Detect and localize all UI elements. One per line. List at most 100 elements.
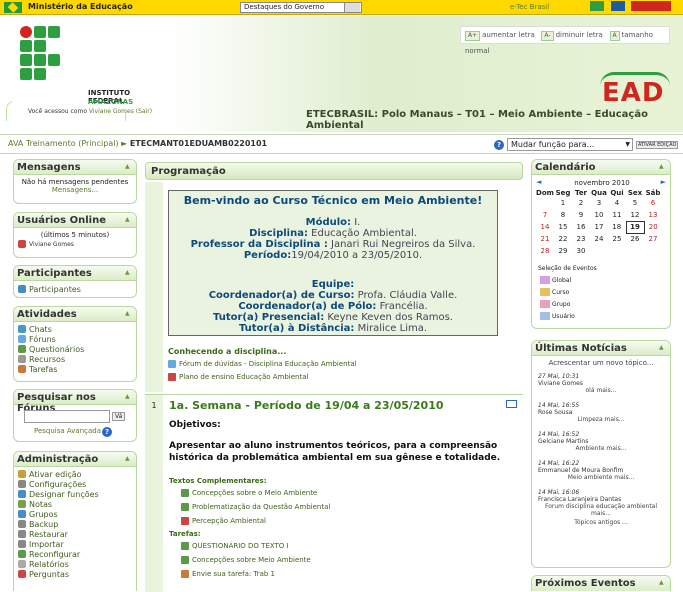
toggle-icon[interactable]: ▲ — [659, 163, 666, 170]
admin-edit[interactable]: Ativar edição — [29, 470, 82, 479]
calendar-day[interactable]: 27 — [644, 233, 662, 245]
toggle-icon[interactable]: ▲ — [659, 579, 666, 586]
ministry-link[interactable]: Ministério da Educação — [28, 2, 133, 11]
activity-chats[interactable]: Chats — [29, 325, 52, 334]
calendar-today[interactable]: 19 — [625, 220, 645, 234]
etec-link[interactable]: e-Tec Brasil — [510, 3, 549, 11]
calendar-day[interactable]: 18 — [608, 221, 626, 233]
toggle-icon[interactable]: ▲ — [125, 269, 132, 276]
calendar-day[interactable]: 4 — [608, 197, 626, 209]
event-group[interactable]: Grupo — [552, 301, 570, 308]
calendar-day[interactable]: 1 — [554, 197, 572, 209]
toggle-icon[interactable]: ▲ — [125, 310, 132, 317]
text-link-1[interactable]: Concepções sobre o Meio Ambiente — [192, 489, 317, 497]
calendar-day[interactable]: 2 — [572, 197, 590, 209]
toggle-icon[interactable]: ▲ — [125, 163, 132, 170]
calendar-day[interactable]: 12 — [626, 209, 644, 221]
admin-reports[interactable]: Relatórios — [29, 560, 69, 569]
task-link-1[interactable]: QUESTIONÁRIO DO TEXTO I — [192, 542, 289, 550]
font-normal-icon[interactable]: A — [609, 31, 620, 41]
calendar-day[interactable]: 20 — [644, 221, 662, 233]
admin-reset[interactable]: Reconfigurar — [29, 550, 80, 559]
calendar-day[interactable]: 7 — [536, 209, 554, 221]
activity-quizzes[interactable]: Questionários — [29, 345, 84, 354]
font-larger-icon[interactable]: A+ — [465, 31, 481, 41]
calendar-day[interactable]: 11 — [608, 209, 626, 221]
admin-import[interactable]: Importar — [29, 540, 64, 549]
forum-search-go-button[interactable]: Vá — [112, 412, 126, 421]
calendar-day[interactable]: 15 — [554, 221, 572, 233]
participants-link[interactable]: Participantes — [29, 285, 81, 294]
add-topic-link[interactable]: Acrescentar um novo tópico... — [538, 359, 664, 367]
help-icon[interactable]: ? — [494, 140, 504, 150]
news-more-link[interactable]: Ambiente mais... — [538, 445, 664, 452]
online-user[interactable]: Viviane Gomes — [29, 241, 74, 248]
calendar-day[interactable]: 16 — [572, 221, 590, 233]
calendar-day[interactable]: 24 — [590, 233, 608, 245]
admin-settings[interactable]: Configurações — [29, 480, 86, 489]
task-link-2[interactable]: Concepções sobre Meio Ambiente — [192, 556, 311, 564]
next-month-icon[interactable]: ► — [661, 178, 666, 186]
activity-assignments[interactable]: Tarefas — [29, 365, 57, 374]
calendar-day[interactable] — [536, 197, 554, 209]
toggle-icon[interactable]: ▲ — [125, 216, 132, 223]
calendar-day[interactable]: 9 — [572, 209, 590, 221]
news-more-link[interactable]: Limpeza mais... — [538, 416, 664, 423]
highlight-icon[interactable] — [506, 400, 517, 408]
calendar-day[interactable]: 17 — [590, 221, 608, 233]
toggle-icon[interactable]: ▲ — [659, 344, 666, 351]
text-link-2[interactable]: Problematização da Questão Ambiental — [192, 503, 330, 511]
font-larger-link[interactable]: aumentar letra — [482, 31, 535, 39]
news-more-link[interactable]: Forum disciplina educação ambiental mais… — [538, 503, 664, 517]
font-smaller-link[interactable]: diminuir letra — [556, 31, 603, 39]
older-topics-link[interactable]: Tópicos antigos ... — [538, 519, 664, 526]
font-smaller-icon[interactable]: A- — [541, 31, 554, 41]
news-more-link[interactable]: olá mais... — [538, 387, 664, 394]
calendar-day[interactable]: 25 — [608, 233, 626, 245]
admin-groups[interactable]: Grupos — [29, 510, 58, 519]
activity-resources[interactable]: Recursos — [29, 355, 65, 364]
user-link[interactable]: Viviane Gomes (Sair) — [89, 108, 152, 115]
calendar-day[interactable]: 21 — [536, 233, 554, 245]
user-event-icon[interactable] — [540, 312, 550, 320]
plan-link[interactable]: Plano de ensino Educação Ambiental — [179, 373, 308, 381]
edit-mode-button[interactable]: ATIVAR EDIÇÃO — [636, 141, 679, 149]
text-link-3[interactable]: Percepção Ambiental — [192, 517, 266, 525]
calendar-day[interactable]: 14 — [536, 221, 554, 233]
toggle-icon[interactable]: ▲ — [125, 455, 132, 462]
group-event-icon[interactable] — [540, 300, 550, 308]
help-icon[interactable]: ? — [102, 427, 112, 437]
toggle-icon[interactable]: ▲ — [125, 393, 132, 400]
global-event-icon[interactable] — [540, 276, 550, 284]
task-link-3[interactable]: Envie sua tarefa: Trab 1 — [192, 570, 275, 578]
admin-questions[interactable]: Perguntas — [29, 570, 69, 579]
role-select[interactable]: Mudar função para... — [507, 138, 633, 151]
calendar-day[interactable]: 10 — [590, 209, 608, 221]
breadcrumb-home[interactable]: AVA Treinamento (Principal) — [8, 139, 119, 148]
news-more-link[interactable]: Meio ambiente mais... — [538, 474, 664, 481]
calendar-day[interactable]: 8 — [554, 209, 572, 221]
calendar-day[interactable]: 6 — [644, 197, 662, 209]
event-global[interactable]: Global — [552, 277, 571, 284]
calendar-day[interactable]: 13 — [644, 209, 662, 221]
calendar-day[interactable]: 5 — [626, 197, 644, 209]
messages-link[interactable]: Mensagens... — [18, 186, 132, 194]
forum-search-input[interactable] — [24, 410, 110, 423]
advanced-search-link[interactable]: Pesquisa Avançada — [34, 427, 101, 435]
activity-forums[interactable]: Fóruns — [29, 335, 56, 344]
calendar-day[interactable]: 3 — [590, 197, 608, 209]
calendar-day[interactable]: 28 — [536, 245, 554, 257]
admin-roles[interactable]: Designar funções — [29, 490, 99, 499]
select-button[interactable] — [344, 3, 360, 12]
forum-link[interactable]: Fórum de dúvidas - Disciplina Educação A… — [179, 360, 357, 368]
admin-backup[interactable]: Backup — [29, 520, 58, 529]
admin-restore[interactable]: Restaurar — [29, 530, 68, 539]
event-user[interactable]: Usuário — [552, 313, 575, 320]
course-event-icon[interactable] — [540, 288, 550, 296]
calendar-day[interactable]: 30 — [572, 245, 590, 257]
calendar-day[interactable]: 22 — [554, 233, 572, 245]
calendar-day[interactable]: 23 — [572, 233, 590, 245]
calendar-day[interactable]: 26 — [626, 233, 644, 245]
gov-highlights-select[interactable]: Destaques do Governo — [240, 2, 362, 13]
admin-grades[interactable]: Notas — [29, 500, 52, 509]
